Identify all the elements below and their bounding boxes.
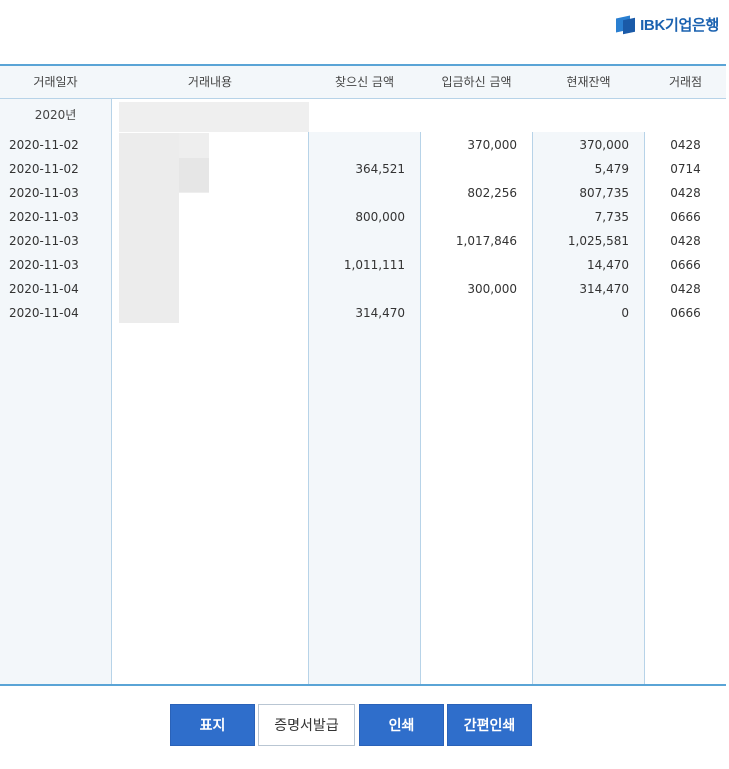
row-deposit: 370,000 (467, 138, 517, 152)
row-balance: 7,735 (594, 210, 629, 224)
table-row: 2020-11-03 800,000 7,735 0666 (0, 205, 726, 229)
row-deposit: 1,017,846 (455, 234, 517, 248)
row-deposit (421, 205, 517, 229)
row-withdrawal: 800,000 (355, 210, 405, 224)
header-date: 거래일자 (33, 75, 78, 89)
row-deposit: 300,000 (467, 282, 517, 296)
header-description: 거래내용 (187, 75, 233, 89)
row-deposit (421, 301, 517, 325)
ibk-logo: IBK기업은행 (616, 14, 719, 35)
row-deposit (421, 157, 517, 181)
row-withdrawal: 1,011,111 (343, 258, 405, 272)
row-branch: 0666 (670, 210, 701, 224)
table-row: 2020-11-02 370,000 370,000 0428 (0, 133, 726, 157)
row-withdrawal (309, 277, 405, 301)
table-row: 2020-11-03 1,017,846 1,025,581 0428 (0, 229, 726, 253)
button-bar: 표지 증명서발급 인쇄 간편인쇄 (0, 704, 729, 746)
redacted-blur (119, 102, 309, 132)
row-date: 2020-11-03 (9, 258, 79, 272)
row-description (119, 157, 305, 181)
row-branch: 0714 (670, 162, 701, 176)
row-withdrawal (309, 133, 405, 157)
row-deposit (421, 253, 517, 277)
row-description (119, 301, 305, 325)
print-button[interactable]: 인쇄 (359, 704, 444, 746)
row-description (119, 277, 305, 301)
row-balance: 5,479 (594, 162, 629, 176)
table-row: 2020-11-02 364,521 5,479 0714 (0, 157, 726, 181)
table-row: 2020-11-04 314,470 0 0666 (0, 301, 726, 325)
row-description (119, 205, 305, 229)
row-description (119, 181, 305, 205)
row-date: 2020-11-03 (9, 234, 79, 248)
row-balance: 0 (621, 306, 629, 320)
row-withdrawal (309, 229, 405, 253)
row-branch: 0428 (670, 138, 701, 152)
table-header: 거래일자 거래내용 찾으신 금액 입금하신 금액 현재잔액 거래점 (0, 66, 726, 99)
row-balance: 370,000 (579, 138, 629, 152)
row-date: 2020-11-04 (9, 282, 79, 296)
row-description (119, 133, 305, 157)
transaction-table: 거래일자 거래내용 찾으신 금액 입금하신 금액 현재잔액 거래점 2020년 … (0, 64, 726, 686)
row-balance: 314,470 (579, 282, 629, 296)
row-date: 2020-11-03 (9, 210, 79, 224)
certificate-button[interactable]: 증명서발급 (258, 704, 355, 746)
row-date: 2020-11-03 (9, 186, 79, 200)
cover-button[interactable]: 표지 (170, 704, 255, 746)
header-branch: 거래점 (668, 75, 703, 89)
row-balance: 14,470 (587, 258, 629, 272)
header-withdrawal: 찾으신 금액 (334, 75, 394, 89)
row-withdrawal: 364,521 (355, 162, 405, 176)
row-branch: 0666 (670, 306, 701, 320)
row-description (119, 253, 305, 277)
table-row: 2020-11-03 802,256 807,735 0428 (0, 181, 726, 205)
simple-print-button[interactable]: 간편인쇄 (447, 704, 532, 746)
row-branch: 0428 (670, 234, 701, 248)
row-branch: 0428 (670, 186, 701, 200)
table-row: 2020-11-04 300,000 314,470 0428 (0, 277, 726, 301)
row-branch: 0666 (670, 258, 701, 272)
bank-name: IBK기업은행 (640, 17, 719, 34)
row-withdrawal (309, 181, 405, 205)
row-branch: 0428 (670, 282, 701, 296)
table-row: 2020-11-03 1,011,111 14,470 0666 (0, 253, 726, 277)
year-group-row: 2020년 (0, 99, 726, 132)
ibk-logo-icon (616, 15, 636, 35)
row-date: 2020-11-04 (9, 306, 79, 320)
header-balance: 현재잔액 (566, 75, 611, 89)
row-balance: 1,025,581 (567, 234, 629, 248)
row-description (119, 229, 305, 253)
row-withdrawal: 314,470 (355, 306, 405, 320)
row-date: 2020-11-02 (9, 162, 79, 176)
row-balance: 807,735 (579, 186, 629, 200)
row-date: 2020-11-02 (9, 138, 79, 152)
year-label: 2020년 (0, 99, 111, 132)
row-deposit: 802,256 (467, 186, 517, 200)
header-deposit: 입금하신 금액 (441, 75, 512, 89)
